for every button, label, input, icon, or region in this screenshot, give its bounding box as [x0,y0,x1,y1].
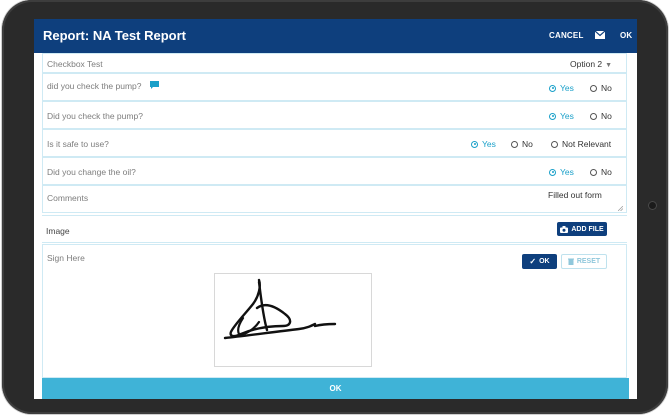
comments-label: Comments [47,193,89,203]
radio-label: Yes [560,167,574,177]
comments-row: Comments Filled out form [42,185,627,213]
checkbox-test-select[interactable]: Option 2 ▼ [570,59,612,69]
pump2-yes-radio[interactable]: Yes [549,111,574,121]
pump-check-label-1: did you check the pump? [47,81,142,91]
signature-ok-label: OK [539,258,550,265]
radio-icon [590,168,597,176]
pump1-no-radio[interactable]: No [590,83,612,93]
checkbox-test-row: Checkbox Test Option 2 ▼ [42,53,627,73]
camera-icon [560,225,569,233]
radio-icon [549,84,556,92]
checkbox-test-value: Option 2 [570,59,603,69]
oil-yes-radio[interactable]: Yes [549,167,574,177]
radio-label: Yes [482,139,496,149]
signature-ok-button[interactable]: ✓ OK [522,254,557,269]
pump-check-row-1: did you check the pump? Yes No [42,73,627,101]
signature-reset-button[interactable]: RESET [561,254,607,269]
radio-label: No [522,139,533,149]
radio-label: No [601,111,612,121]
signature-pad[interactable] [214,273,372,367]
mail-icon[interactable] [595,31,605,39]
pump-check-row-2: Did you check the pump? Yes No [42,101,627,129]
radio-icon [549,168,556,176]
pump2-no-radio[interactable]: No [590,111,612,121]
image-row: Image ADD FILE [42,215,627,243]
signature-stroke [223,278,337,340]
safe-to-use-row: Is it safe to use? Yes No Not Relevant [42,129,627,157]
home-button[interactable] [648,201,657,210]
radio-icon [590,112,597,120]
cancel-button[interactable]: CANCEL [549,31,584,40]
sign-here-label: Sign Here [47,253,85,263]
image-label: Image [46,226,70,236]
radio-icon [590,84,597,92]
resize-handle-icon[interactable] [618,206,623,211]
safe-to-use-label: Is it safe to use? [47,139,109,149]
trash-icon [567,258,574,265]
radio-label: Yes [560,111,574,121]
pump-check-label-2: Did you check the pump? [47,111,143,121]
header-ok-button[interactable]: OK [620,31,632,40]
footer-ok-button[interactable]: OK [42,378,629,399]
checkbox-test-label: Checkbox Test [47,59,103,69]
comment-icon[interactable] [150,81,159,89]
safe-not-relevant-radio[interactable]: Not Relevant [551,139,611,149]
form-body: Checkbox Test Option 2 ▼ did you check th… [42,53,629,378]
radio-label: Not Relevant [562,139,612,149]
signature-reset-label: RESET [576,258,601,265]
radio-label: Yes [560,83,574,93]
radio-icon [511,140,518,148]
radio-label: No [601,83,612,93]
radio-icon [549,112,556,120]
radio-icon [551,140,558,148]
oil-change-label: Did you change the oil? [47,167,136,177]
oil-change-row: Did you change the oil? Yes No [42,157,627,185]
safe-no-radio[interactable]: No [511,139,533,149]
chevron-down-icon: ▼ [605,62,613,69]
oil-no-radio[interactable]: No [590,167,612,177]
app-screen: Report: NA Test Report CANCEL OK Checkbo… [34,19,637,399]
comments-textarea[interactable]: Filled out form [548,190,602,200]
page-title: Report: NA Test Report [43,28,186,43]
add-file-button[interactable]: ADD FILE [557,222,607,236]
radio-icon [471,140,478,148]
pump1-yes-radio[interactable]: Yes [549,83,574,93]
check-icon: ✓ [529,257,537,266]
add-file-label: ADD FILE [571,225,604,233]
header-bar: Report: NA Test Report CANCEL OK [34,19,637,53]
safe-yes-radio[interactable]: Yes [471,139,496,149]
radio-label: No [601,167,612,177]
